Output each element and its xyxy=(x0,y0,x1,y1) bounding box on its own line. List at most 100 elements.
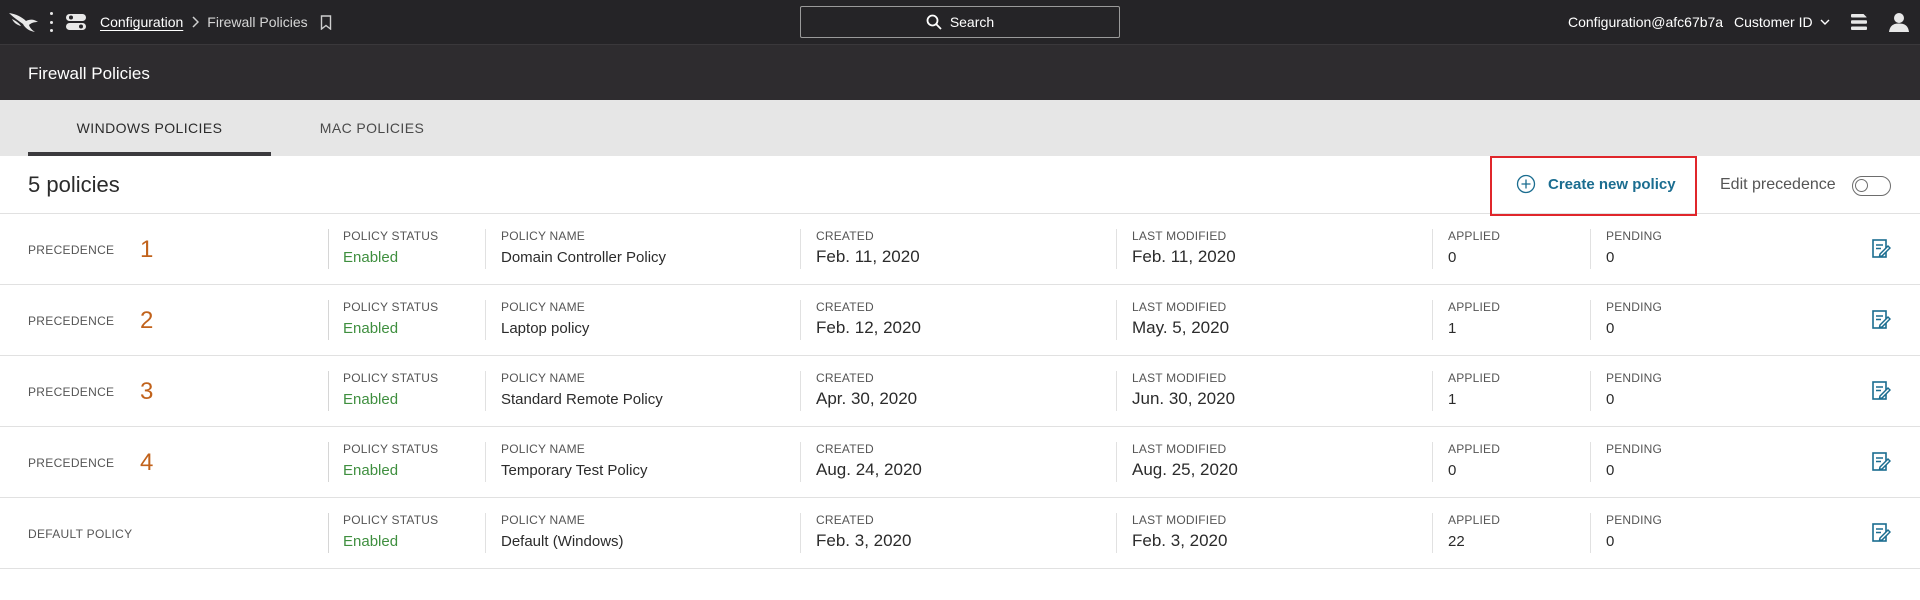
created-value: Feb. 12, 2020 xyxy=(816,318,921,337)
created-cell: CREATED Feb. 11, 2020 xyxy=(816,229,920,267)
policy-name-value[interactable]: Default (Windows) xyxy=(501,533,624,550)
applied-value: 1 xyxy=(1448,391,1457,408)
default-policy-label: DEFAULT POLICY xyxy=(28,527,133,541)
created-header: CREATED xyxy=(816,300,874,314)
created-cell: CREATED Feb. 12, 2020 xyxy=(816,300,921,338)
column-divider xyxy=(1590,513,1591,553)
precedence-number: 4 xyxy=(140,449,154,476)
policy-name-cell: POLICY NAME Default (Windows) xyxy=(501,513,624,550)
policy-row[interactable]: DEFAULT POLICY POLICY STATUS Enabled POL… xyxy=(0,498,1920,569)
last-modified-cell: LAST MODIFIED Feb. 3, 2020 xyxy=(1132,513,1227,551)
account-name[interactable]: Configuration@afc67b7a xyxy=(1568,14,1723,30)
policy-name-cell: POLICY NAME Domain Controller Policy xyxy=(501,229,666,266)
create-new-policy-button[interactable]: Create new policy xyxy=(1516,174,1676,194)
policy-name-header: POLICY NAME xyxy=(501,229,586,243)
breadcrumb-link-configuration[interactable]: Configuration xyxy=(100,14,183,30)
created-header: CREATED xyxy=(816,229,874,243)
edit-policy-icon[interactable] xyxy=(1871,451,1892,473)
applied-header: APPLIED xyxy=(1448,300,1501,314)
tab-mac-policies[interactable]: MAC POLICIES xyxy=(292,100,452,156)
column-divider xyxy=(800,442,801,482)
applied-cell: APPLIED 22 xyxy=(1448,513,1500,550)
column-divider xyxy=(1590,442,1591,482)
toggle-knob xyxy=(1855,179,1868,192)
applied-header: APPLIED xyxy=(1448,442,1501,456)
column-divider xyxy=(800,300,801,340)
policy-row[interactable]: PRECEDENCE 4 POLICY STATUS Enabled POLIC… xyxy=(0,427,1920,498)
policy-name-header: POLICY NAME xyxy=(501,513,586,527)
created-header: CREATED xyxy=(816,442,874,456)
top-navigation-bar: Configuration Firewall Policies Search C… xyxy=(0,0,1920,44)
applied-header: APPLIED xyxy=(1448,371,1501,385)
policy-status-value: Enabled xyxy=(343,462,399,479)
last-modified-value: May. 5, 2020 xyxy=(1132,318,1230,337)
created-cell: CREATED Aug. 24, 2020 xyxy=(816,442,922,480)
user-icon[interactable] xyxy=(1888,11,1910,33)
applied-value: 22 xyxy=(1448,533,1465,550)
created-value: Aug. 24, 2020 xyxy=(816,460,922,479)
row-divider xyxy=(328,513,329,553)
pending-header: PENDING xyxy=(1606,229,1663,243)
policy-count: 5 policies xyxy=(28,172,120,197)
created-value: Feb. 11, 2020 xyxy=(816,247,920,266)
pending-cell: PENDING 0 xyxy=(1606,300,1662,337)
applied-cell: APPLIED 0 xyxy=(1448,229,1500,266)
row-divider xyxy=(328,300,329,340)
row-divider xyxy=(328,442,329,482)
falcon-logo-icon[interactable] xyxy=(8,10,40,34)
last-modified-header: LAST MODIFIED xyxy=(1132,300,1227,314)
applied-header: APPLIED xyxy=(1448,229,1501,243)
created-cell: CREATED Feb. 3, 2020 xyxy=(816,513,911,551)
policy-status-header: POLICY STATUS xyxy=(343,229,439,243)
tab-windows-policies[interactable]: WINDOWS POLICIES xyxy=(28,100,271,156)
policies-toolbar: 5 policies Create new policy Edit preced… xyxy=(0,156,1920,216)
page-title: Firewall Policies xyxy=(28,64,150,83)
customer-id-dropdown[interactable]: Customer ID xyxy=(1734,14,1830,30)
policy-name-value[interactable]: Laptop policy xyxy=(501,320,589,337)
bookmark-icon[interactable] xyxy=(320,14,332,30)
column-divider xyxy=(1116,513,1117,553)
created-header: CREATED xyxy=(816,513,874,527)
policy-name-header: POLICY NAME xyxy=(501,371,586,385)
policy-name-cell: POLICY NAME Laptop policy xyxy=(501,300,589,337)
create-new-policy-label: Create new policy xyxy=(1548,175,1676,193)
pending-header: PENDING xyxy=(1606,442,1663,456)
row-divider xyxy=(328,371,329,411)
column-divider xyxy=(485,513,486,553)
policy-row[interactable]: PRECEDENCE 2 POLICY STATUS Enabled POLIC… xyxy=(0,285,1920,356)
chevron-right-icon xyxy=(191,15,201,29)
menu-toggle-icon[interactable] xyxy=(66,13,86,31)
edit-policy-icon[interactable] xyxy=(1871,309,1892,331)
column-divider xyxy=(1432,442,1433,482)
column-divider xyxy=(800,513,801,553)
last-modified-header: LAST MODIFIED xyxy=(1132,229,1227,243)
last-modified-value: Feb. 3, 2020 xyxy=(1132,531,1228,550)
column-divider xyxy=(1116,371,1117,411)
last-modified-cell: LAST MODIFIED Feb. 11, 2020 xyxy=(1132,229,1236,267)
applied-value: 0 xyxy=(1448,462,1457,479)
policy-name-value[interactable]: Standard Remote Policy xyxy=(501,391,663,408)
policy-row[interactable]: PRECEDENCE 1 POLICY STATUS Enabled POLIC… xyxy=(0,214,1920,285)
column-divider xyxy=(1432,300,1433,340)
notifications-icon[interactable] xyxy=(1848,11,1870,33)
created-value: Apr. 30, 2020 xyxy=(816,389,918,408)
kebab-menu-icon[interactable] xyxy=(46,12,56,32)
column-divider xyxy=(1590,371,1591,411)
policy-name-value[interactable]: Temporary Test Policy xyxy=(501,462,647,479)
edit-policy-icon[interactable] xyxy=(1871,522,1892,544)
column-divider xyxy=(800,229,801,269)
pending-cell: PENDING 0 xyxy=(1606,513,1662,550)
applied-cell: APPLIED 0 xyxy=(1448,442,1500,479)
precedence-number: 1 xyxy=(140,236,154,263)
policy-name-value[interactable]: Domain Controller Policy xyxy=(501,249,666,266)
edit-policy-icon[interactable] xyxy=(1871,238,1892,260)
edit-policy-icon[interactable] xyxy=(1871,380,1892,402)
search-icon xyxy=(926,14,942,30)
precedence-label: PRECEDENCE xyxy=(28,456,115,470)
policy-row[interactable]: PRECEDENCE 3 POLICY STATUS Enabled POLIC… xyxy=(0,356,1920,427)
column-divider xyxy=(1432,513,1433,553)
edit-precedence-toggle[interactable] xyxy=(1852,176,1891,196)
search-button[interactable]: Search xyxy=(800,6,1120,38)
policy-name-header: POLICY NAME xyxy=(501,442,586,456)
created-value: Feb. 3, 2020 xyxy=(816,531,912,550)
